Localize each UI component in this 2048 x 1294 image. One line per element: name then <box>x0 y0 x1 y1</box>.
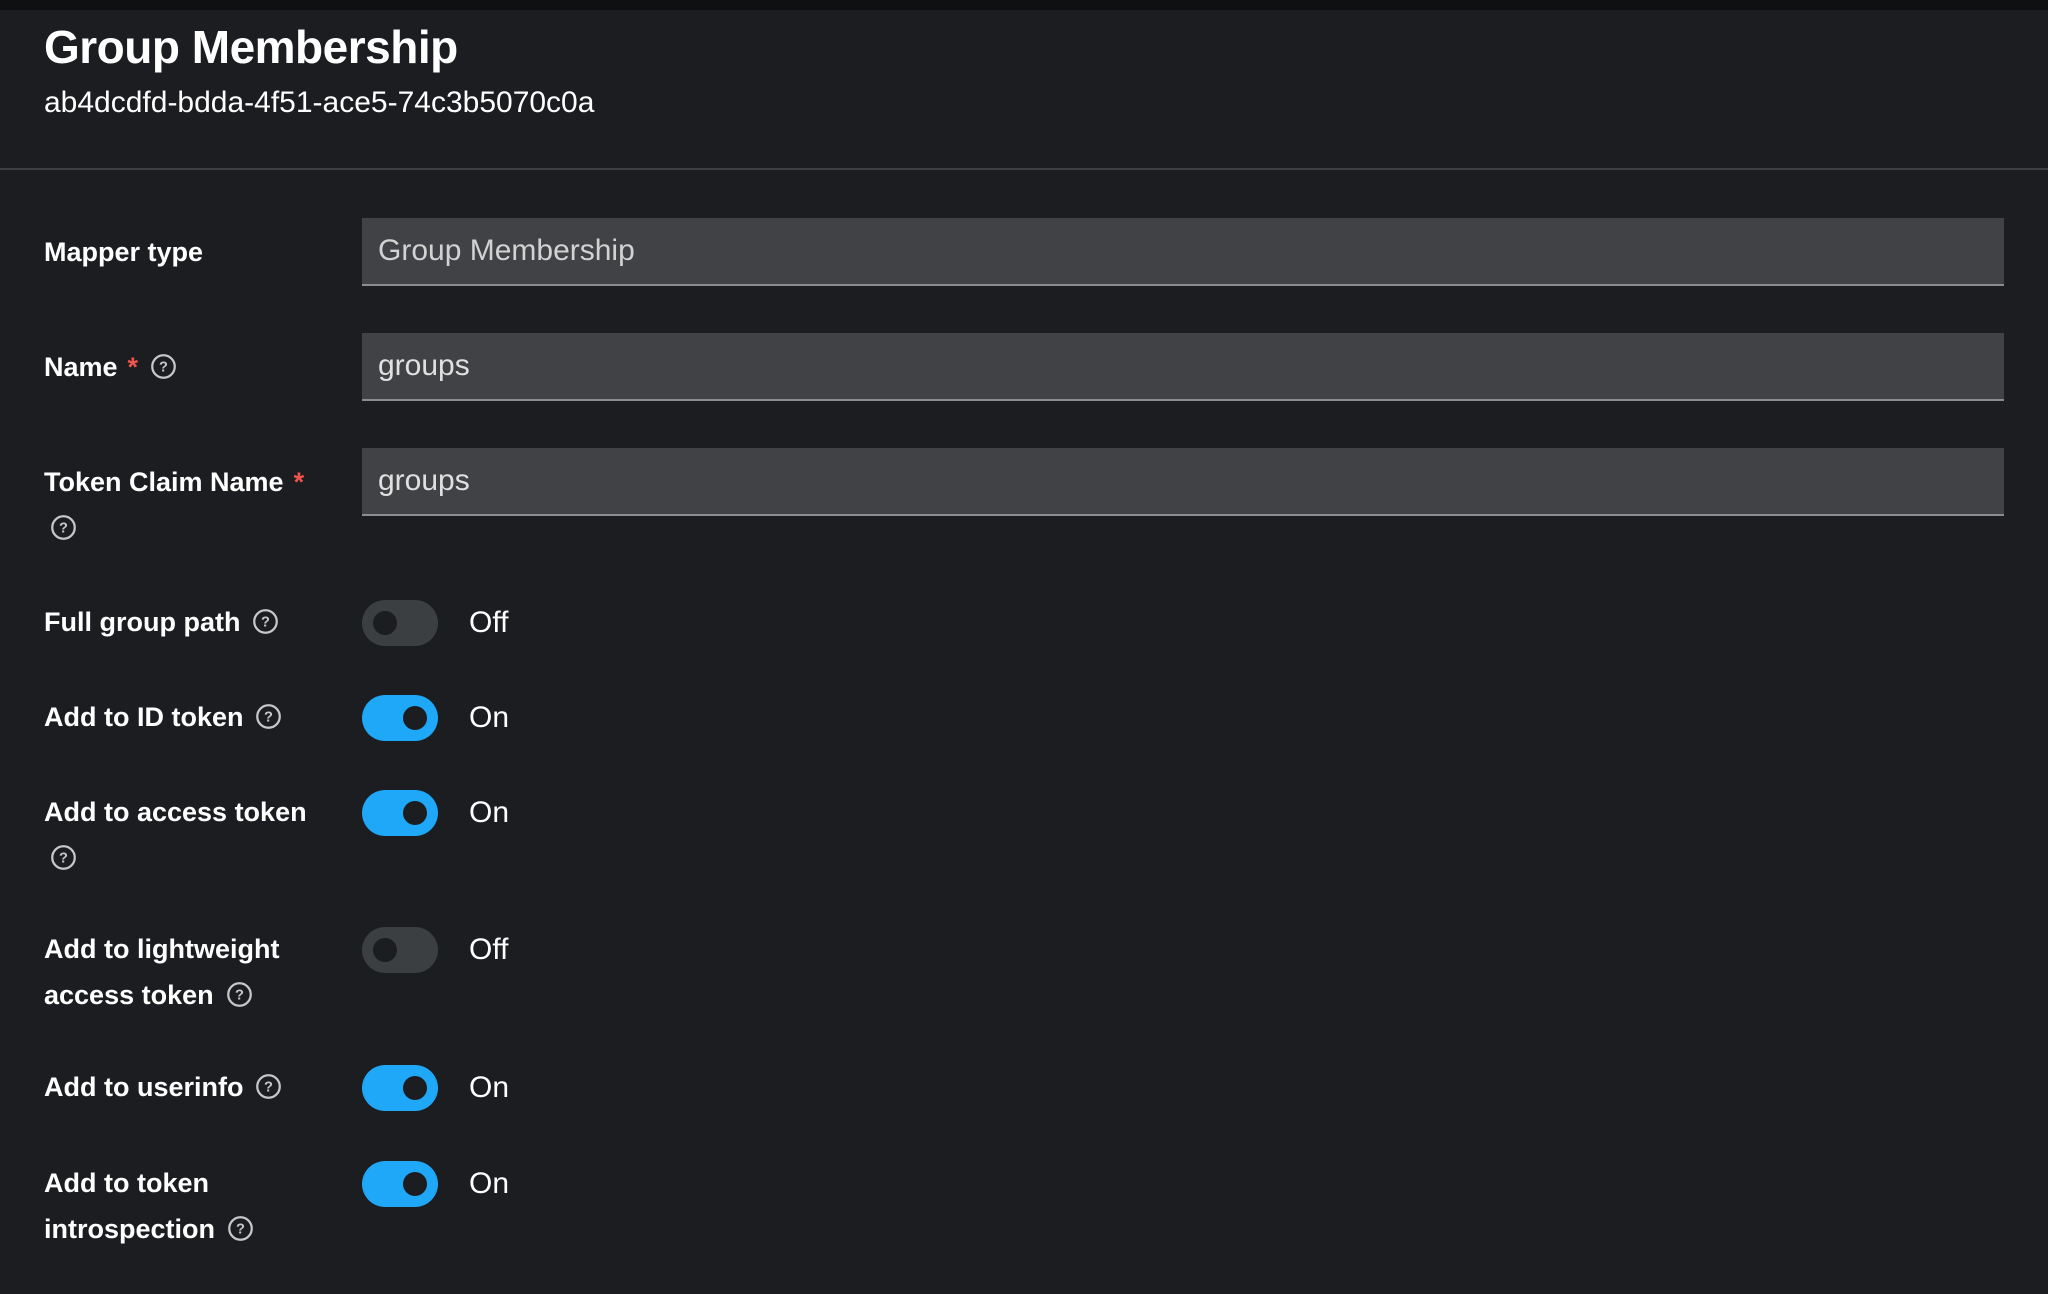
add-to-lightweight-access-token-state: Off <box>469 933 509 966</box>
switch-knob <box>403 1076 427 1100</box>
switch-knob <box>373 938 397 962</box>
help-circle-icon[interactable]: ? <box>226 981 253 1008</box>
add-to-id-token-label: Add to ID token? <box>44 694 314 740</box>
svg-text:?: ? <box>236 1222 245 1238</box>
full-group-path-label: Full group path? <box>44 599 314 645</box>
full-group-path-state: Off <box>469 606 509 639</box>
switch-knob <box>403 706 427 730</box>
mapper-type-label: Mapper type <box>44 237 204 267</box>
add-to-token-introspection-state: On <box>469 1167 510 1200</box>
help-circle-icon[interactable]: ? <box>150 353 177 380</box>
svg-text:?: ? <box>59 521 68 537</box>
svg-text:?: ? <box>235 988 244 1004</box>
add-to-token-introspection-switch[interactable] <box>362 1161 438 1207</box>
help-circle-icon[interactable]: ? <box>50 514 77 541</box>
svg-text:?: ? <box>265 710 274 726</box>
help-circle-icon[interactable]: ? <box>50 844 77 871</box>
add-to-userinfo-state: On <box>469 1071 510 1104</box>
help-circle-icon[interactable]: ? <box>227 1215 254 1242</box>
switch-knob <box>403 1172 427 1196</box>
add-to-token-introspection-label: Add to token introspection? <box>44 1160 314 1252</box>
add-to-access-token-switch[interactable] <box>362 790 438 836</box>
add-to-access-token-state: On <box>469 796 510 829</box>
help-circle-icon[interactable]: ? <box>252 608 279 635</box>
name-label: Name *? <box>44 344 314 390</box>
help-circle-icon[interactable]: ? <box>255 703 282 730</box>
add-to-id-token-switch[interactable] <box>362 695 438 741</box>
add-to-userinfo-switch[interactable] <box>362 1065 438 1111</box>
required-asterisk: * <box>127 352 139 382</box>
add-to-userinfo-label: Add to userinfo? <box>44 1064 314 1110</box>
mapper-type-input <box>362 218 2004 286</box>
svg-text:?: ? <box>159 360 168 376</box>
token-claim-name-input[interactable] <box>362 448 2004 516</box>
required-asterisk: * <box>293 467 305 497</box>
top-bar <box>0 0 2048 10</box>
name-input[interactable] <box>362 333 2004 401</box>
help-circle-icon[interactable]: ? <box>255 1073 282 1100</box>
switch-knob <box>403 801 427 825</box>
page-title: Group Membership <box>44 21 458 73</box>
add-to-lightweight-access-token-switch[interactable] <box>362 927 438 973</box>
full-group-path-switch[interactable] <box>362 600 438 646</box>
svg-text:?: ? <box>262 615 271 631</box>
page-header: Group Membership ab4dcdfd-bdda-4f51-ace5… <box>0 10 2048 170</box>
switch-knob <box>373 611 397 635</box>
mapper-id: ab4dcdfd-bdda-4f51-ace5-74c3b5070c0a <box>44 86 595 119</box>
add-to-lightweight-access-token-label: Add to lightweight access token? <box>44 934 280 1010</box>
token-claim-name-label: Token Claim Name *? <box>44 459 314 551</box>
svg-text:?: ? <box>265 1080 274 1096</box>
add-to-id-token-state: On <box>469 701 510 734</box>
svg-text:?: ? <box>59 851 68 867</box>
add-to-access-token-label: Add to access token? <box>44 789 314 881</box>
